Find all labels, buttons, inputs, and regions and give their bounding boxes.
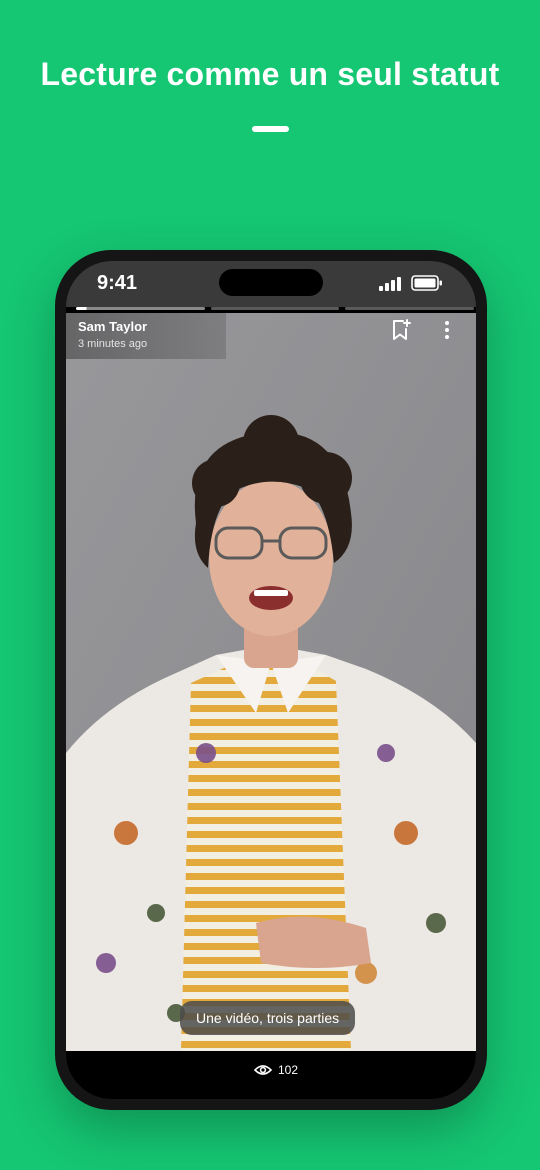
progress-segment bbox=[210, 307, 340, 310]
view-count-value: 102 bbox=[278, 1063, 299, 1077]
headline-underline bbox=[252, 126, 289, 132]
bookmark-add-icon[interactable] bbox=[390, 319, 412, 341]
signal-icon bbox=[379, 277, 401, 291]
more-vert-icon[interactable] bbox=[436, 319, 458, 341]
video-caption: Une vidéo, trois parties bbox=[180, 1001, 356, 1035]
eye-icon bbox=[254, 1065, 272, 1075]
post-time: 3 minutes ago bbox=[78, 338, 148, 350]
view-count[interactable]: 102 bbox=[254, 1061, 298, 1079]
battery-icon bbox=[411, 275, 442, 291]
dynamic-island bbox=[219, 269, 323, 296]
video-subject-image bbox=[66, 313, 476, 1051]
progress-segment bbox=[345, 307, 475, 310]
phone-frame: 9:41 Sam Taylor 3 minutes ago Une vidéo,… bbox=[55, 250, 487, 1110]
status-bar: 9:41 bbox=[66, 261, 476, 307]
author-name[interactable]: Sam Taylor bbox=[78, 319, 147, 334]
headline-title: Lecture comme un seul statut bbox=[40, 56, 500, 92]
phone-screen: 9:41 Sam Taylor 3 minutes ago Une vidéo,… bbox=[66, 261, 476, 1099]
status-time: 9:41 bbox=[97, 272, 138, 294]
status-video[interactable]: Sam Taylor 3 minutes ago Une vidéo, troi… bbox=[66, 313, 476, 1051]
story-progress bbox=[76, 306, 475, 311]
progress-segment bbox=[76, 307, 205, 310]
